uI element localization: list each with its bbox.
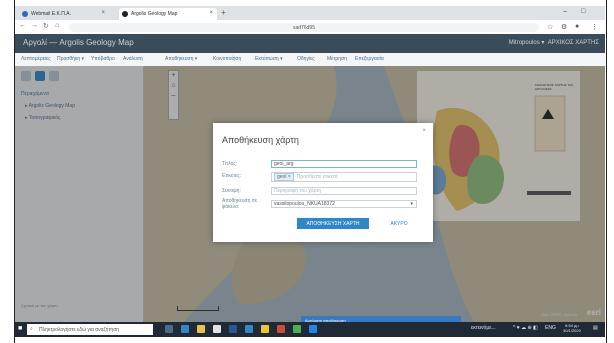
user-name: Mitropoulos ▾ bbox=[508, 40, 545, 46]
search-icon: ⌕ bbox=[30, 326, 33, 332]
tags-input[interactable]: geol × Προσθέστε ετικέτα bbox=[271, 172, 417, 182]
screen: Webmail E.K.Π.A. × Argolis Geology Map ×… bbox=[15, 6, 605, 337]
reload-icon[interactable]: ↻ bbox=[43, 22, 49, 30]
app-header: Αργολί — Argolis Geology Map Mitropoulos… bbox=[15, 34, 605, 53]
ie-icon[interactable] bbox=[245, 325, 253, 333]
toolbar-save[interactable]: Αποθήκευση ▾ bbox=[165, 56, 197, 62]
tab-argolis[interactable]: Argolis Geology Map × bbox=[119, 8, 217, 20]
minimize-icon[interactable]: – bbox=[563, 8, 567, 15]
save-map-dialog: Αποθήκευση χάρτη × Τίτλος: geol_arg Ετικ… bbox=[213, 123, 433, 242]
menu-icon[interactable]: ⋮ bbox=[591, 23, 598, 31]
tab-label: Argolis Geology Map bbox=[131, 11, 178, 17]
page-title: Αργολί — Argolis Geology Map bbox=[23, 38, 134, 47]
home-map-link[interactable]: ΑΡΧΙΚΟΣ ΧΑΡΤΗΣ bbox=[548, 40, 599, 46]
save-button-label: ΑΠΟΘΗΚΕΥΣΗ ΧΑΡΤΗ bbox=[306, 220, 360, 227]
tag-text: geol bbox=[277, 174, 287, 180]
title-input[interactable]: geol_arg bbox=[271, 160, 417, 168]
toolbar-analysis[interactable]: Ανάλυση bbox=[123, 56, 143, 62]
new-tab-icon[interactable]: + bbox=[221, 8, 226, 17]
tag-chip[interactable]: geol × bbox=[274, 173, 294, 181]
profile-icon[interactable]: ● bbox=[575, 23, 579, 30]
maximize-icon[interactable]: □ bbox=[581, 8, 585, 15]
close-tab-icon[interactable]: × bbox=[101, 10, 105, 16]
map-toolbar: Λεπτομέρειες Προσθήκη ▾ Υπόβαθρο Ανάλυση… bbox=[15, 53, 605, 67]
cancel-button[interactable]: ΑΚΥΡΟ bbox=[384, 218, 414, 229]
toolbar-basemap[interactable]: Υπόβαθρο bbox=[91, 56, 115, 62]
clock[interactable]: 8:54 μμ 30/1/2020 bbox=[563, 323, 581, 333]
favicon-icon bbox=[22, 11, 28, 17]
url-text: sad76d95 bbox=[293, 24, 315, 31]
folder-select[interactable]: vassilopoulou_NKUA18372 ▾ bbox=[271, 200, 417, 208]
tab-webmail[interactable]: Webmail E.K.Π.A. × bbox=[19, 8, 109, 20]
folder-label: Αποθήκευση σε φάκελο: bbox=[222, 198, 258, 210]
clock-date: 30/1/2020 bbox=[563, 328, 581, 333]
star-icon[interactable]: ☆ bbox=[547, 23, 553, 31]
tray-icons[interactable]: ^ ♥ ☁ ⊕ ◧ bbox=[513, 325, 538, 331]
user-menu[interactable]: Mitropoulos ▾ ΑΡΧΙΚΟΣ ΧΑΡΤΗΣ bbox=[509, 39, 599, 46]
mail-icon[interactable] bbox=[229, 325, 237, 333]
toolbar-details[interactable]: Λεπτομέρειες bbox=[21, 56, 51, 62]
language-indicator[interactable]: ENG bbox=[545, 325, 556, 331]
close-tab-icon[interactable]: × bbox=[209, 10, 213, 16]
save-map-button[interactable]: ΑΠΟΘΗΚΕΥΣΗ ΧΑΡΤΗ bbox=[297, 218, 369, 229]
app-icon[interactable] bbox=[309, 325, 317, 333]
store-icon[interactable] bbox=[213, 325, 221, 333]
favicon-icon bbox=[122, 11, 128, 17]
home-icon[interactable]: ⌂ bbox=[55, 22, 59, 29]
toolbar-edit[interactable]: Επεξεργασία bbox=[355, 56, 384, 62]
task-view-icon[interactable] bbox=[165, 325, 173, 333]
back-icon[interactable]: ← bbox=[19, 22, 26, 29]
extension-icon[interactable]: ⚙ bbox=[561, 23, 567, 31]
windows-taskbar: ■ ⌕ Πληκτρολογήστε εδώ για αναζήτηση εκτ… bbox=[15, 322, 605, 337]
folder-icon[interactable] bbox=[261, 325, 269, 333]
search-placeholder: Πληκτρολογήστε εδώ για αναζήτηση bbox=[39, 326, 120, 333]
taskbar-search[interactable]: ⌕ Πληκτρολογήστε εδώ για αναζήτηση bbox=[27, 324, 153, 335]
chevron-down-icon: ▾ bbox=[410, 201, 413, 207]
dialog-title: Αποθήκευση χάρτη bbox=[222, 135, 299, 145]
summary-placeholder: Περιγραφή του χάρτη bbox=[274, 188, 322, 194]
right-border bbox=[606, 0, 614, 343]
forward-icon[interactable]: → bbox=[31, 22, 38, 29]
toolbar-share[interactable]: Κοινοποίηση bbox=[213, 56, 241, 62]
title-label: Τίτλος: bbox=[222, 161, 238, 167]
office-icon[interactable] bbox=[277, 325, 285, 333]
explorer-icon[interactable] bbox=[197, 325, 205, 333]
tags-label: Ετικέτες: bbox=[222, 173, 242, 179]
title-value: geol_arg bbox=[274, 161, 294, 167]
notifications-icon[interactable]: ▤ bbox=[593, 325, 598, 331]
tray-label: εκτεινόμε... bbox=[471, 325, 496, 331]
cancel-button-label: ΑΚΥΡΟ bbox=[390, 220, 408, 227]
summary-label: Σύνοψη: bbox=[222, 188, 241, 194]
toolbar-directions[interactable]: Οδηγίες bbox=[297, 56, 315, 62]
toolbar-add[interactable]: Προσθήκη ▾ bbox=[57, 56, 84, 62]
windows-start-icon[interactable]: ■ bbox=[18, 325, 22, 332]
address-bar: ← → ↻ ⌂ sad76d95 ☆ ⚙ ● ⋮ bbox=[15, 20, 605, 35]
left-border bbox=[0, 0, 15, 343]
browser-tab-bar: Webmail E.K.Π.A. × Argolis Geology Map ×… bbox=[15, 6, 605, 20]
photo-frame: Webmail E.K.Π.A. × Argolis Geology Map ×… bbox=[0, 0, 614, 343]
url-field[interactable]: sad76d95 bbox=[69, 23, 539, 32]
toolbar-measure[interactable]: Μέτρηση bbox=[327, 56, 347, 62]
folder-value: vassilopoulou_NKUA18372 bbox=[274, 201, 335, 207]
close-icon[interactable]: × bbox=[422, 128, 426, 134]
toolbar-print[interactable]: Εκτύπωση ▾ bbox=[255, 56, 283, 62]
chrome-icon[interactable] bbox=[293, 325, 301, 333]
edge-icon[interactable] bbox=[181, 325, 189, 333]
tags-placeholder: Προσθέστε ετικέτα bbox=[296, 174, 338, 180]
summary-input[interactable]: Περιγραφή του χάρτη bbox=[271, 187, 417, 195]
tab-label: Webmail E.K.Π.A. bbox=[31, 11, 71, 17]
